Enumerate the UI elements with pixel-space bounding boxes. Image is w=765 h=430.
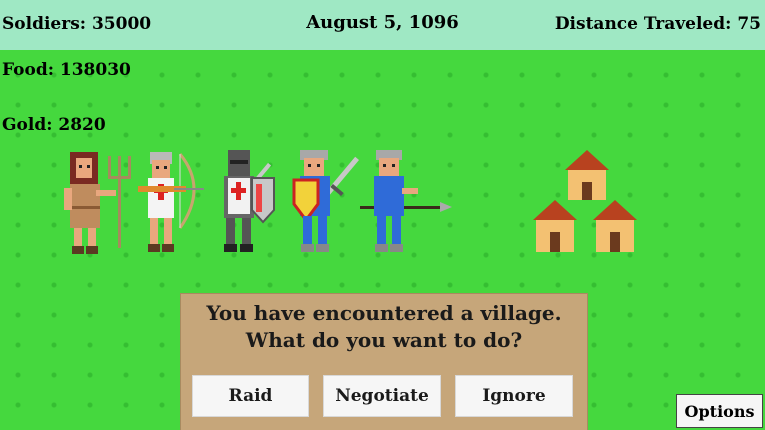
gold-counter: Gold: 2820 [2, 115, 106, 135]
event-message: You have encountered a village. What do … [181, 300, 587, 354]
negotiate-button[interactable]: Negotiate [323, 375, 441, 417]
spearman-sprite [360, 150, 452, 252]
house-top [565, 150, 609, 200]
ignore-button[interactable]: Ignore [455, 375, 573, 417]
village-sprite [533, 150, 637, 252]
food-counter: Food: 138030 [2, 60, 131, 80]
swordsman-sprite [292, 150, 360, 252]
house-right [593, 200, 637, 252]
archer-sprite [138, 152, 204, 252]
raid-button[interactable]: Raid [192, 375, 309, 417]
house-left [533, 200, 577, 252]
knight-sprite [224, 150, 275, 252]
distance-counter: Distance Traveled: 75 [554, 14, 761, 34]
event-message-line1: You have encountered a village. [206, 301, 562, 325]
options-button[interactable]: Options [676, 394, 763, 428]
peasant-sprite [64, 152, 131, 254]
game-canvas: Soldiers: 35000 August 5, 1096 Distance … [0, 0, 765, 430]
event-message-line2: What do you want to do? [245, 328, 523, 352]
